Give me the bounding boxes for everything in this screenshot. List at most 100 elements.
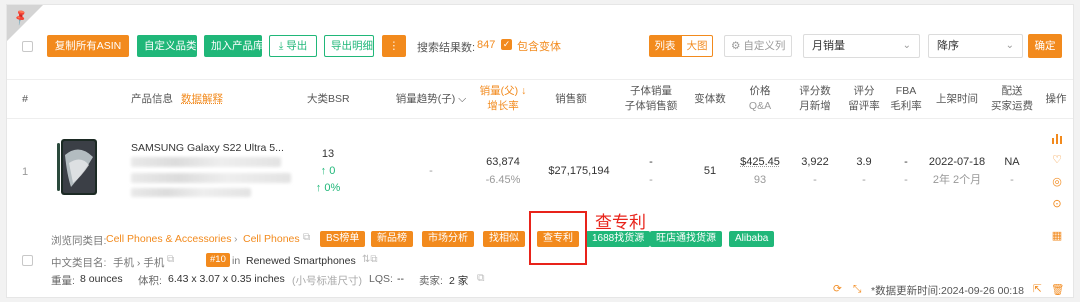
- rating-value: 3.9: [856, 156, 872, 168]
- heart-icon[interactable]: ♡: [1050, 153, 1064, 166]
- cn-category-label: 中文类目名:: [51, 257, 107, 269]
- view-list-button[interactable]: 列表: [649, 35, 681, 57]
- copy-asin-button[interactable]: 复制所有ASIN: [47, 35, 129, 57]
- buyer-fee-value: -: [1010, 174, 1014, 186]
- sellers-value[interactable]: 2 家: [449, 273, 468, 288]
- sort-order-select[interactable]: 降序 ⌄: [928, 34, 1023, 58]
- trash-icon[interactable]: 🗑: [1051, 283, 1064, 296]
- gear-icon: ⚙: [731, 40, 744, 52]
- chevron-down-icon: ⌵: [458, 93, 467, 105]
- blurred-brand: [131, 173, 291, 183]
- variants-value[interactable]: 51: [690, 162, 730, 180]
- include-variants-checkbox[interactable]: ✓: [501, 39, 512, 50]
- data-explain-link[interactable]: 数据解释: [181, 92, 223, 107]
- export-detail-button[interactable]: 导出明细: [324, 35, 374, 57]
- tag-market-analysis[interactable]: 市场分析: [422, 231, 474, 247]
- select-all-checkbox[interactable]: [22, 41, 33, 52]
- header-product-info: 产品信息: [131, 93, 173, 105]
- custom-columns-button[interactable]: ⚙ 自定义列: [724, 35, 792, 57]
- header-sales-trend[interactable]: 销量趋势(子) ⌵: [392, 92, 470, 107]
- browse-sep: ›: [234, 233, 238, 245]
- target-icon[interactable]: ◎: [1050, 175, 1064, 188]
- header-shipping[interactable]: 配送 买家运费: [989, 84, 1035, 114]
- margin-label: 毛利率: [890, 100, 922, 112]
- sort-field-value: 月销量: [812, 40, 845, 52]
- price-value[interactable]: $425.45: [737, 153, 783, 171]
- header-child-sales[interactable]: 子体销量 子体销售额: [620, 84, 682, 114]
- header-fba[interactable]: FBA 毛利率: [887, 84, 925, 114]
- custom-category-button[interactable]: 自定义品类: [137, 35, 197, 57]
- result-count-label: 搜索结果数:: [417, 42, 476, 54]
- more-dots-icon[interactable]: ⊙: [1050, 197, 1064, 210]
- external-link-icon[interactable]: ⧉: [167, 254, 174, 265]
- tag-1688-source[interactable]: 1688找货源: [586, 231, 651, 247]
- child-revenue-value: -: [649, 174, 653, 186]
- row-checkbox[interactable]: [22, 255, 33, 266]
- blurred-asin: [131, 157, 281, 167]
- header-rating[interactable]: 评分 留评率: [845, 84, 883, 114]
- margin-value: -: [904, 174, 908, 186]
- header-action: 操作: [1045, 93, 1067, 105]
- sort-order-value: 降序: [937, 40, 959, 52]
- external-link-icon[interactable]: ⧉: [477, 272, 485, 285]
- chevron-down-icon: ⌄: [902, 40, 911, 51]
- share-icon[interactable]: ⇱: [1033, 283, 1042, 295]
- reviews-label: 评分数: [799, 85, 831, 97]
- sellers-label: 卖家:: [419, 275, 443, 287]
- sort-desc-icon: ↓: [518, 85, 527, 97]
- browse-label: 浏览同类目:: [51, 235, 107, 247]
- header-bsr[interactable]: 大类BSR: [307, 92, 350, 107]
- launch-age: 2年 2个月: [932, 174, 982, 186]
- bsr-value: 13: [321, 148, 335, 160]
- header-launch[interactable]: 上架时间: [932, 92, 982, 107]
- more-menu-button[interactable]: ⋮: [382, 35, 406, 57]
- lqs-value: --: [397, 273, 404, 285]
- blurred-seller: [131, 188, 251, 197]
- launch-date: 2022-07-18: [928, 156, 986, 168]
- custom-columns-label: 自定义列: [743, 40, 786, 52]
- compress-icon[interactable]: ⤡: [853, 283, 861, 296]
- browse-path-2[interactable]: Cell Phones: [243, 233, 300, 245]
- weight-label: 重量:: [51, 275, 75, 287]
- product-image[interactable]: [51, 135, 107, 197]
- rating-label: 评分: [853, 85, 875, 97]
- export-button[interactable]: ⤓ 导出: [269, 35, 317, 57]
- tag-find-similar[interactable]: 找相似: [483, 231, 525, 247]
- tag-alibaba[interactable]: Alibaba: [729, 231, 775, 247]
- fba-value: -: [904, 156, 908, 168]
- header-sales-parent[interactable]: 销量(父) ↓ 增长率: [473, 84, 533, 114]
- sort-field-select[interactable]: 月销量 ⌄: [803, 34, 920, 58]
- refresh-icon[interactable]: ⟳: [833, 283, 842, 295]
- tag-bs-list[interactable]: BS榜单: [320, 231, 366, 247]
- child-revenue-label: 子体销售额: [624, 100, 678, 112]
- header-variants[interactable]: 变体数: [690, 92, 730, 107]
- calculator-icon[interactable]: ▦: [1050, 229, 1064, 242]
- table-header: # 产品信息 数据解释 大类BSR 销量趋势(子) ⌵ 销量(父) ↓ 增长率 …: [7, 79, 1073, 119]
- product-panel: 📌 复制所有ASIN 自定义品类 加入产品库 ⤓ 导出 导出明细 ⋮ 搜索结果数…: [6, 4, 1074, 298]
- confirm-button[interactable]: 确定: [1028, 34, 1062, 58]
- review-rate-value: -: [862, 174, 866, 186]
- chart-icon[interactable]: [1050, 132, 1064, 147]
- view-grid-button[interactable]: 大图: [681, 35, 713, 57]
- fba-label: FBA: [895, 85, 917, 97]
- header-revenue[interactable]: 销售额: [543, 92, 599, 107]
- rank-category[interactable]: Renewed Smartphones: [246, 255, 356, 267]
- header-price[interactable]: 价格 Q&A: [741, 84, 779, 114]
- rank-in: in: [232, 255, 241, 267]
- buyer-fee-label: 买家运费: [991, 100, 1033, 112]
- browse-path-1[interactable]: Cell Phones & Accessories: [106, 233, 231, 245]
- patent-highlight-box: [529, 211, 587, 265]
- external-link-icon[interactable]: ⧉: [303, 232, 310, 243]
- tag-wangdian-source[interactable]: 旺店通找货源: [650, 231, 722, 247]
- revenue-value: $27,175,194: [548, 165, 610, 177]
- sort-icon[interactable]: ⇅⧉: [362, 254, 378, 265]
- product-title[interactable]: SAMSUNG Galaxy S22 Ultra 5...: [131, 139, 284, 157]
- cn-category-value[interactable]: 手机 › 手机: [113, 255, 164, 270]
- add-to-library-button[interactable]: 加入产品库: [204, 35, 264, 57]
- reviews-value: 3,922: [801, 156, 829, 168]
- weight-value: 8 ounces: [80, 273, 123, 285]
- include-variants-label: 包含变体: [517, 41, 561, 53]
- header-reviews[interactable]: 评分数 月新增: [795, 84, 835, 114]
- tag-new-list[interactable]: 新品榜: [371, 231, 413, 247]
- volume-label: 体积:: [138, 275, 162, 287]
